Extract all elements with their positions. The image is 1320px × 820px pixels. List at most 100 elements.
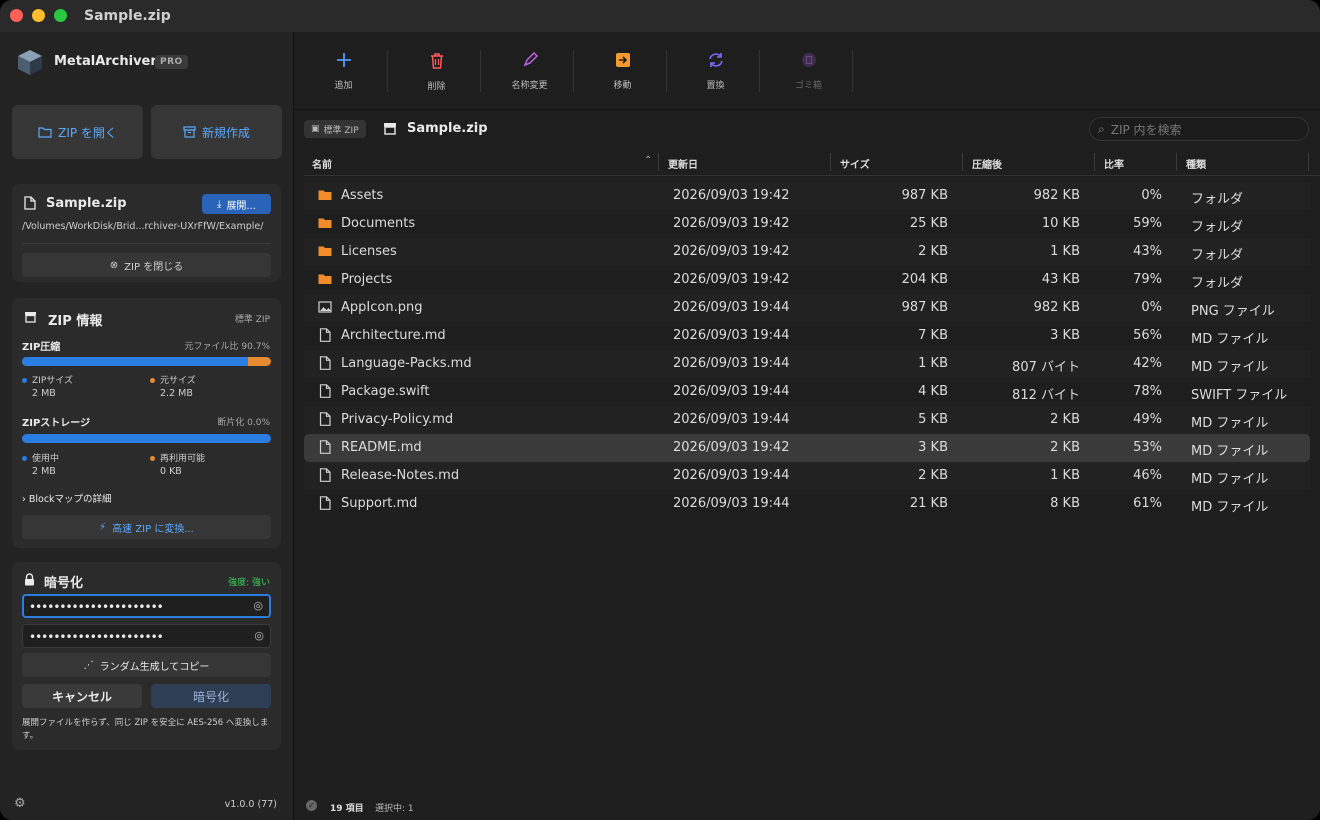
eye-slash-icon[interactable]: ◎	[254, 629, 264, 642]
window-title: Sample.zip	[84, 8, 171, 24]
table-row[interactable]: Privacy-Policy.md 2026/09/03 19:44 5 KB 2 K…	[304, 406, 1310, 434]
row-name: Documents	[341, 216, 416, 231]
col-size[interactable]: サイズ	[840, 156, 870, 171]
row-ratio: 53%	[1133, 440, 1162, 455]
random-password-button[interactable]: ⋰ ランダム生成してコピー	[22, 653, 271, 677]
encryption-title: 暗号化	[44, 576, 84, 591]
table-row[interactable]: Language-Packs.md 2026/09/03 19:44 1 KB 807…	[304, 350, 1310, 378]
delete-button[interactable]: 削除	[390, 52, 483, 92]
table-row[interactable]: Release-Notes.md 2026/09/03 19:44 2 KB 1 KB…	[304, 462, 1310, 490]
table-row[interactable]: Documents 2026/09/03 19:42 25 KB 10 KB 59% フォ…	[304, 210, 1310, 238]
document-icon	[318, 356, 332, 370]
move-button[interactable]: 移動	[576, 52, 669, 91]
check-circle-icon: ✓	[306, 800, 317, 811]
compress-bar	[22, 357, 271, 366]
new-zip-label: 新規作成	[201, 125, 250, 140]
row-modified: 2026/09/03 19:44	[673, 384, 790, 399]
search-icon: ⌕	[1098, 121, 1105, 136]
col-kind[interactable]: 種類	[1186, 156, 1206, 171]
row-compressed: 10 KB	[1041, 216, 1080, 231]
row-modified: 2026/09/03 19:44	[673, 412, 790, 427]
magic-wand-icon: ⋰	[83, 659, 94, 671]
row-kind: MD ファイル	[1191, 472, 1269, 487]
table-row[interactable]: Assets 2026/09/03 19:42 987 KB 982 KB 0% フォルダ	[304, 182, 1310, 210]
fragment-text: 断片化 0.0%	[217, 418, 270, 428]
row-modified: 2026/09/03 19:42	[673, 216, 790, 231]
table-row[interactable]: Support.md 2026/09/03 19:44 21 KB 8 KB 61% MD…	[304, 490, 1310, 518]
row-size: 3 KB	[918, 440, 948, 455]
password-field[interactable]: •••••••••••••••••••••• ◎	[22, 594, 271, 618]
extract-button[interactable]: ⤓ 展開...	[202, 194, 271, 214]
row-compressed: 812 バイト	[1012, 388, 1080, 403]
row-ratio: 56%	[1133, 328, 1162, 343]
path-bar: ▣ 標準 ZIP Sample.zip ⌕ ZIP 内を検索	[294, 110, 1320, 148]
table-row[interactable]: AppIcon.png 2026/09/03 19:44 987 KB 982 KB 0…	[304, 294, 1310, 322]
row-compressed: 3 KB	[1050, 328, 1080, 343]
orig-size-label: 元サイズ	[160, 376, 196, 386]
move-label: 移動	[613, 81, 632, 91]
open-zip-button[interactable]: ZIP を開く	[12, 105, 143, 159]
zip-info-title: ZIP 情報	[48, 314, 103, 329]
confirm-password-field[interactable]: •••••••••••••••••••••• ◎	[22, 624, 271, 648]
rename-button[interactable]: 名称変更	[483, 51, 576, 91]
row-size: 987 KB	[901, 188, 948, 203]
encryption-card: 暗号化 強度: 強い •••••••••••••••••••••• ◎ ••••…	[12, 562, 281, 750]
col-modified[interactable]: 更新日	[668, 156, 698, 171]
image-icon	[318, 300, 332, 314]
add-button[interactable]: 追加	[297, 52, 390, 91]
col-name[interactable]: 名前	[312, 156, 332, 171]
trash-button[interactable]: ゴミ箱	[762, 52, 855, 91]
close-zip-button[interactable]: ⊗ ZIP を閉じる	[22, 253, 271, 277]
row-kind: MD ファイル	[1191, 500, 1269, 515]
archive-box-icon: ▣	[311, 124, 320, 134]
open-zip-label: ZIP を開く	[58, 125, 117, 140]
close-circle-icon: ⊗	[109, 259, 119, 271]
new-zip-button[interactable]: 新規作成	[151, 105, 282, 159]
toolbar-separator	[480, 50, 481, 92]
row-compressed: 8 KB	[1050, 496, 1080, 511]
folder-icon	[318, 272, 332, 286]
block-map-toggle[interactable]: › Blockマップの詳細	[22, 491, 112, 505]
row-modified: 2026/09/03 19:42	[673, 440, 790, 455]
table-row[interactable]: README.md 2026/09/03 19:42 3 KB 2 KB 53% MD フ…	[304, 434, 1310, 462]
row-kind: MD ファイル	[1191, 360, 1269, 375]
blue-dot	[22, 377, 27, 383]
toolbar: 追加 削除 名称変更 移動 置換 ゴミ箱	[294, 32, 1320, 110]
app-window: Sample.zip MetalArchiver PRO ZIP を開く 新規作…	[0, 0, 1320, 820]
table-row[interactable]: Architecture.md 2026/09/03 19:44 7 KB 3 KB 5…	[304, 322, 1310, 350]
eye-slash-icon[interactable]: ◎	[253, 599, 263, 612]
search-input[interactable]: ⌕ ZIP 内を検索	[1089, 117, 1309, 141]
row-modified: 2026/09/03 19:44	[673, 496, 790, 511]
cancel-button[interactable]: キャンセル	[22, 684, 142, 708]
row-compressed: 1 KB	[1050, 468, 1080, 483]
zoom-window-button[interactable]	[54, 9, 67, 22]
table-row[interactable]: Licenses 2026/09/03 19:42 2 KB 1 KB 43% フォルダ	[304, 238, 1310, 266]
row-compressed: 2 KB	[1050, 412, 1080, 427]
replace-button[interactable]: 置換	[669, 52, 762, 91]
gear-icon[interactable]: ⚙	[14, 796, 26, 811]
move-arrow-icon	[615, 53, 630, 67]
storage-label: ZIPストレージ	[22, 418, 91, 429]
minimize-window-button[interactable]	[32, 9, 45, 22]
table-row[interactable]: Package.swift 2026/09/03 19:44 4 KB 812 バイト…	[304, 378, 1310, 406]
confirm-password-value: ••••••••••••••••••••••	[29, 630, 164, 644]
file-list: Assets 2026/09/03 19:42 987 KB 982 KB 0% フォルダ…	[304, 182, 1310, 518]
convert-button[interactable]: ⚡ 高速 ZIP に変換...	[22, 515, 271, 539]
document-icon	[318, 384, 332, 398]
close-window-button[interactable]	[10, 9, 23, 22]
col-compressed[interactable]: 圧縮後	[972, 156, 1002, 171]
row-ratio: 78%	[1133, 384, 1162, 399]
zip-size-stat: ZIPサイズ	[22, 373, 73, 386]
table-row[interactable]: Projects 2026/09/03 19:42 204 KB 43 KB 79% フォ…	[304, 266, 1310, 294]
row-compressed: 2 KB	[1050, 440, 1080, 455]
row-modified: 2026/09/03 19:44	[673, 328, 790, 343]
bolt-icon: ⚡	[99, 521, 107, 533]
encrypt-button[interactable]: 暗号化	[151, 684, 271, 708]
row-modified: 2026/09/03 19:42	[673, 244, 790, 259]
document-icon	[318, 328, 332, 342]
row-kind: フォルダ	[1191, 220, 1244, 235]
col-ratio[interactable]: 比率	[1104, 156, 1124, 171]
toolbar-separator	[387, 50, 388, 92]
orig-size-stat: 元サイズ	[150, 373, 196, 386]
document-icon	[318, 440, 332, 454]
